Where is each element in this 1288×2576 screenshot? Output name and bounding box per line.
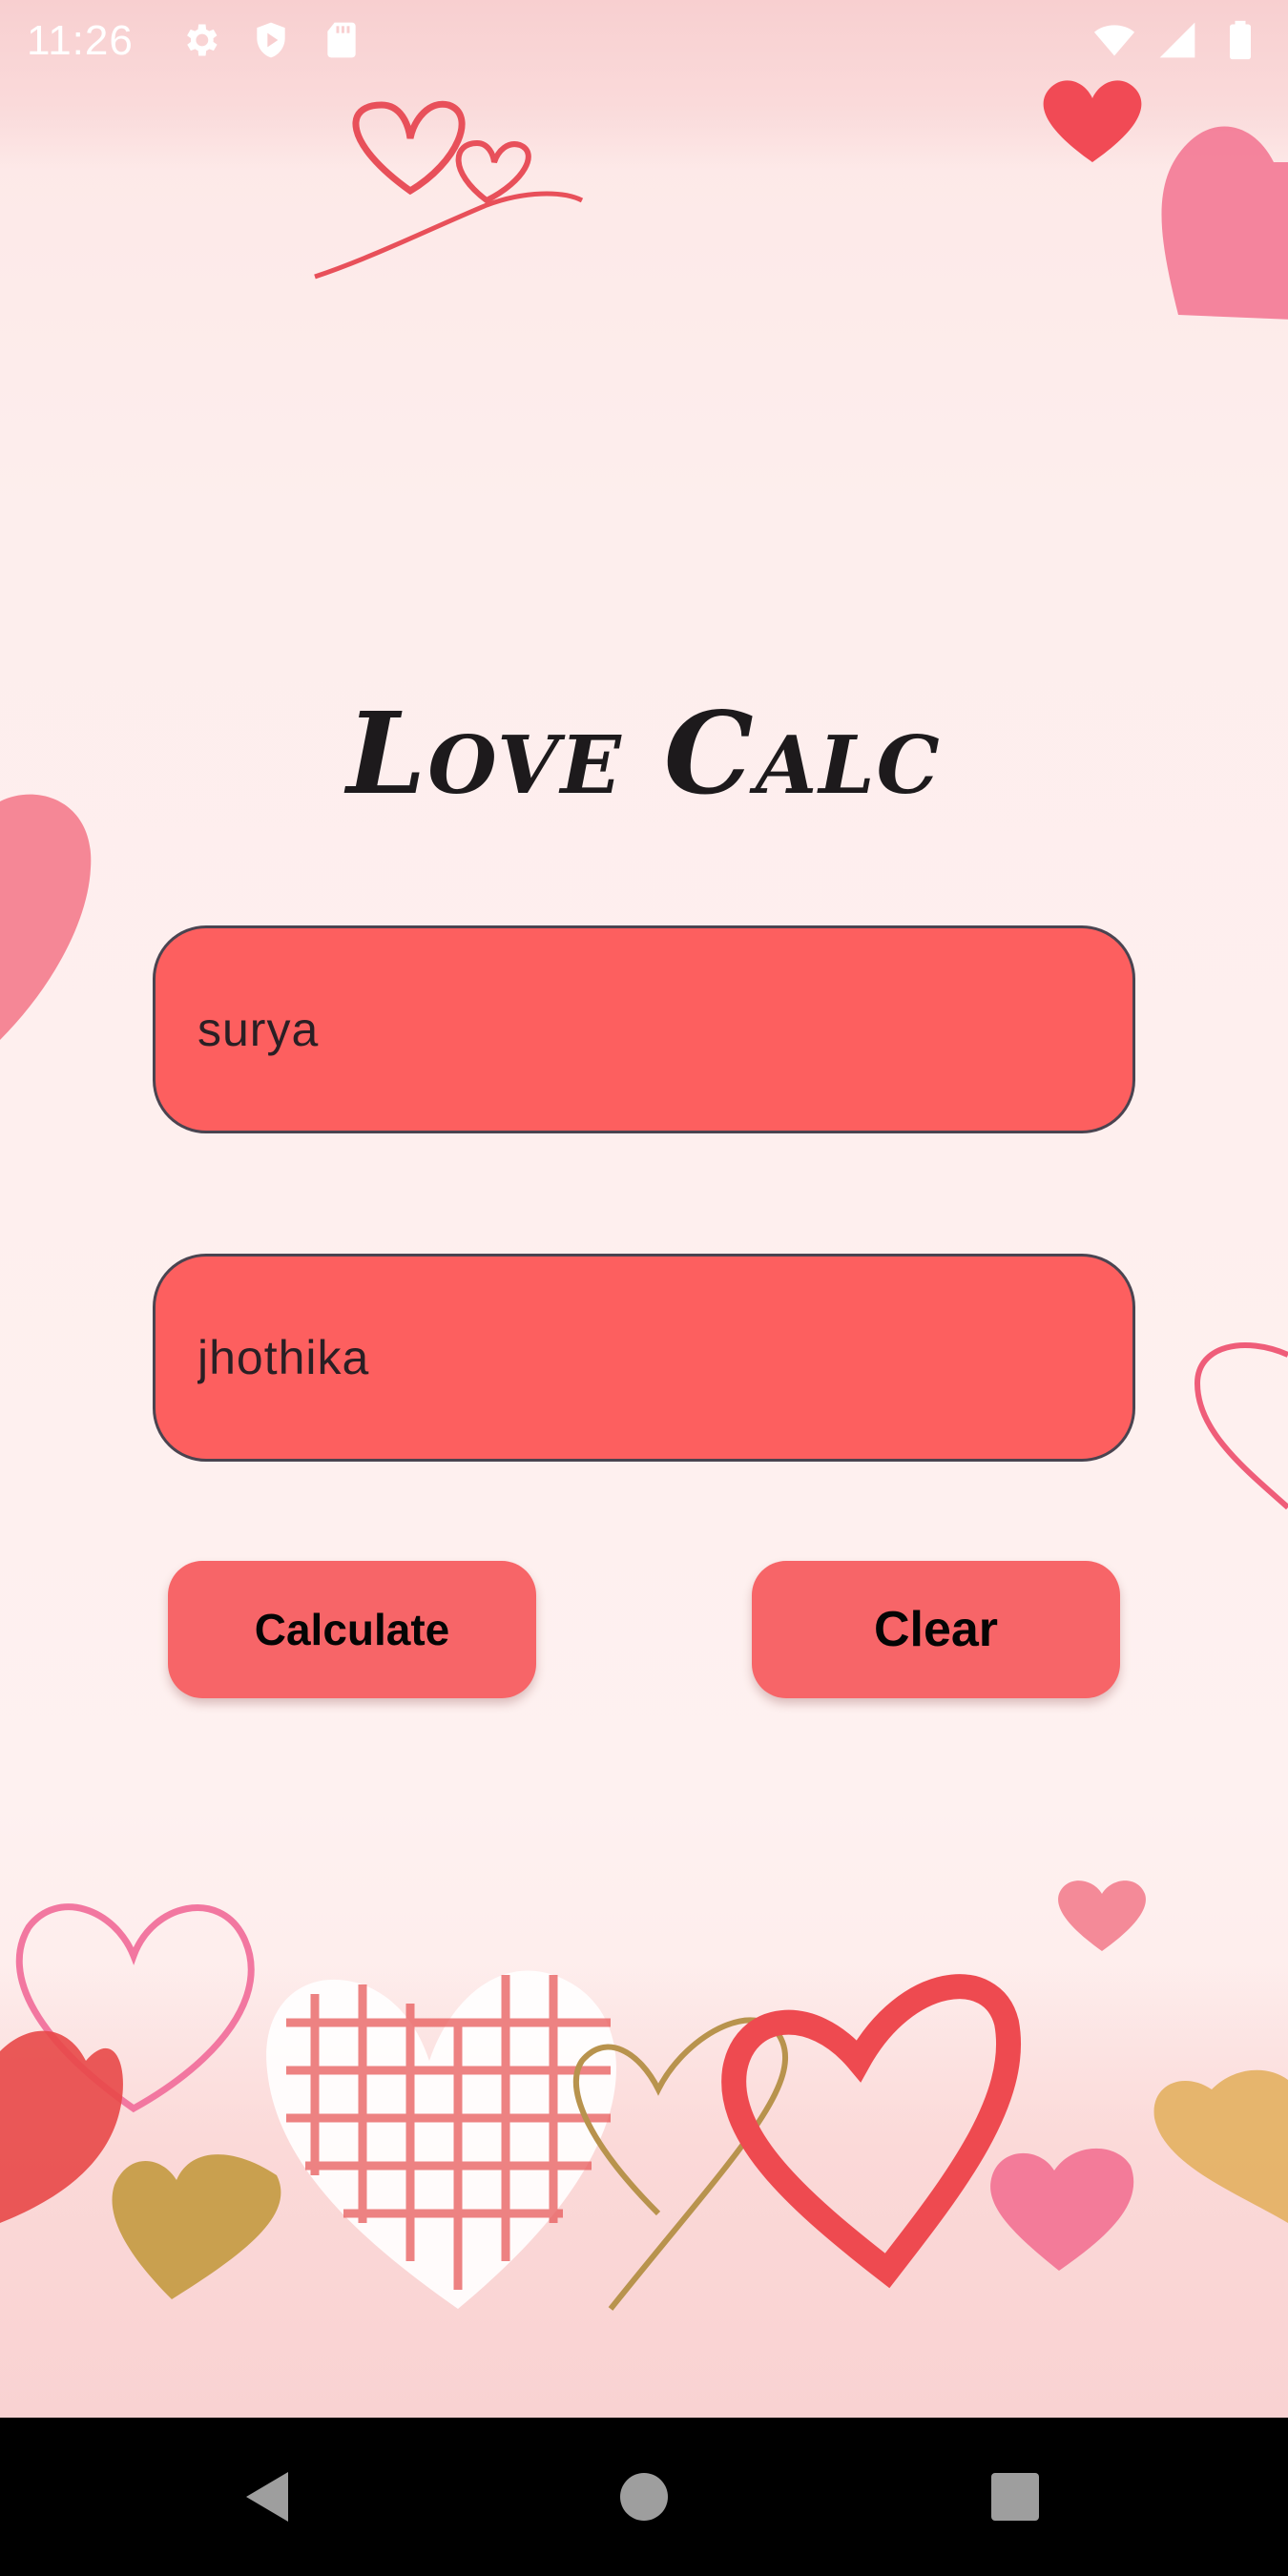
home-icon <box>620 2473 668 2521</box>
pink-heart-decoration <box>1161 126 1288 320</box>
battery-icon <box>1230 20 1251 60</box>
gear-icon <box>187 24 218 56</box>
cell-signal-icon <box>1159 22 1195 58</box>
navigation-bar <box>0 2418 1288 2576</box>
red-heart-decoration <box>1043 80 1142 162</box>
play-protect-icon <box>257 22 285 58</box>
app-title: Love Calc <box>346 687 942 820</box>
nav-back-button[interactable] <box>172 2418 363 2576</box>
status-icons-left <box>179 19 363 61</box>
status-bar: 11:26 <box>0 0 1288 80</box>
status-icons-right <box>1093 19 1261 61</box>
calculate-button[interactable]: Calculate <box>168 1561 536 1698</box>
sd-card-icon <box>327 22 356 58</box>
nav-recents-button[interactable] <box>920 2418 1111 2576</box>
outline-hearts-decoration <box>314 100 584 280</box>
right-outline-heart-decoration <box>1194 1342 1288 1510</box>
second-name-input[interactable] <box>196 1329 1132 1386</box>
first-name-input[interactable] <box>196 1001 1132 1058</box>
wifi-icon <box>1093 25 1135 56</box>
first-name-field[interactable] <box>153 925 1135 1133</box>
clear-button[interactable]: Clear <box>752 1561 1120 1698</box>
bottom-hearts-decoration <box>0 1880 1288 2311</box>
nav-home-button[interactable] <box>549 2418 739 2576</box>
app-screen: 11:26 Love Calc surya jhothika Calculate… <box>0 0 1288 2576</box>
status-time: 11:26 <box>27 17 134 64</box>
back-icon <box>246 2472 288 2522</box>
second-name-field[interactable] <box>153 1254 1135 1462</box>
recents-icon <box>991 2473 1039 2521</box>
left-heart-decoration <box>0 794 92 1040</box>
